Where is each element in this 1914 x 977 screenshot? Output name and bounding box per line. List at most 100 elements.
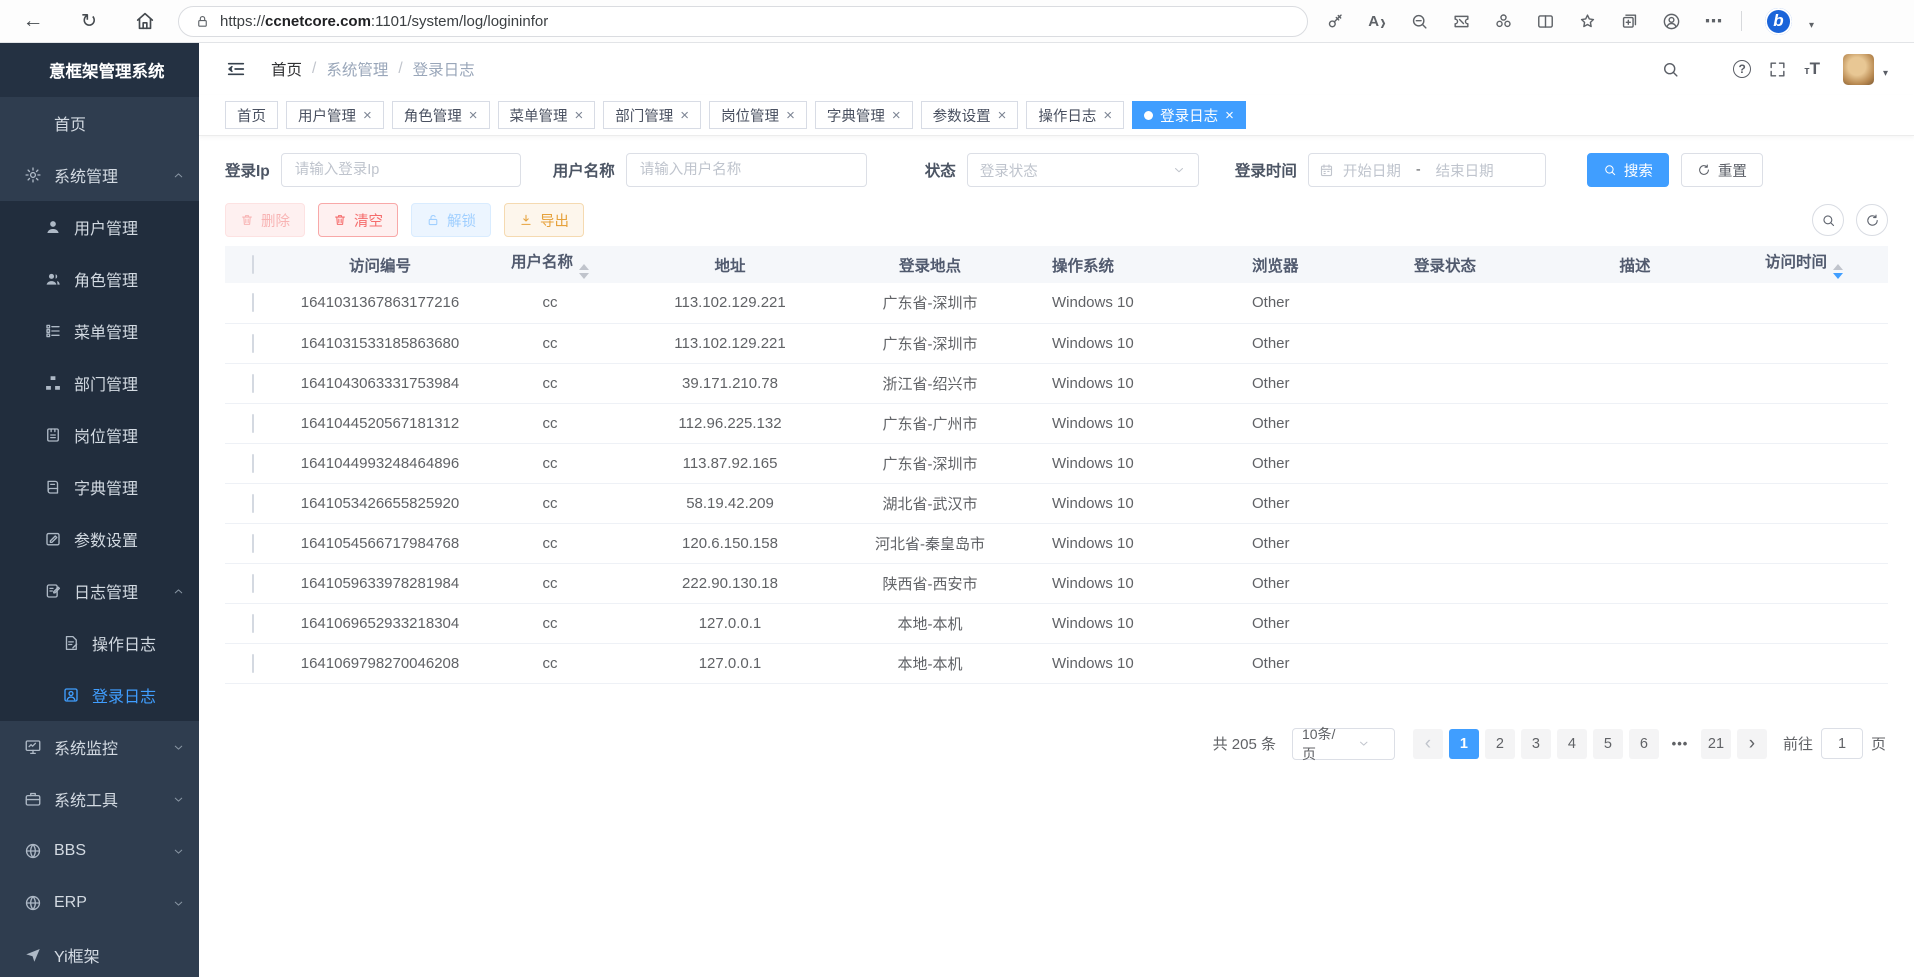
- close-icon[interactable]: ×: [575, 108, 584, 123]
- row-checkbox[interactable]: [252, 574, 254, 593]
- row-checkbox[interactable]: [252, 494, 254, 513]
- sidebar-item-bbs[interactable]: BBS: [0, 825, 199, 877]
- next-page-button[interactable]: ›: [1737, 729, 1767, 759]
- sidebar-item-system-mgmt[interactable]: 系统管理: [0, 149, 199, 201]
- sidebar-item-yi-framework[interactable]: Yi框架: [0, 929, 199, 977]
- login-ip-input[interactable]: [281, 153, 521, 187]
- row-checkbox[interactable]: [252, 614, 254, 633]
- delete-button[interactable]: 删除: [225, 203, 305, 237]
- sidebar-item-dept-mgmt[interactable]: 部门管理: [0, 357, 199, 409]
- sidebar-item-role-mgmt[interactable]: 角色管理: [0, 253, 199, 305]
- reset-button[interactable]: 重置: [1681, 153, 1763, 187]
- page-button-3[interactable]: 3: [1521, 729, 1551, 759]
- caret-down-icon[interactable]: ▾: [1809, 20, 1814, 31]
- tab-home[interactable]: 首页: [225, 101, 278, 129]
- tab-login-log[interactable]: 登录日志×: [1132, 101, 1246, 129]
- breadcrumb-item[interactable]: 首页: [271, 58, 302, 80]
- page-button-1[interactable]: 1: [1449, 729, 1479, 759]
- sidebar-item-param-settings[interactable]: 参数设置: [0, 513, 199, 565]
- font-size-icon[interactable]: тT: [1804, 59, 1820, 79]
- column-header-user[interactable]: 用户名称: [480, 246, 620, 283]
- app-logo[interactable]: 意框架管理系统: [0, 43, 199, 97]
- tab-post-mgmt[interactable]: 岗位管理×: [709, 101, 807, 129]
- page-button-4[interactable]: 4: [1557, 729, 1587, 759]
- tab-user-mgmt[interactable]: 用户管理×: [286, 101, 384, 129]
- login-time-range-picker[interactable]: 开始日期 - 结束日期: [1308, 153, 1546, 187]
- close-icon[interactable]: ×: [680, 108, 689, 123]
- refresh-table-button[interactable]: [1856, 204, 1888, 236]
- zoom-out-icon[interactable]: [1410, 12, 1429, 31]
- row-checkbox[interactable]: [252, 374, 254, 393]
- github-icon[interactable]: [1697, 60, 1716, 79]
- page-size-select[interactable]: 10条/页: [1292, 728, 1395, 760]
- export-button[interactable]: 导出: [504, 203, 584, 237]
- row-checkbox[interactable]: [252, 454, 254, 473]
- clear-button[interactable]: 清空: [318, 203, 398, 237]
- prev-page-button[interactable]: ‹: [1413, 729, 1443, 759]
- row-checkbox[interactable]: [252, 414, 254, 433]
- goto-page-input[interactable]: [1821, 728, 1863, 759]
- close-icon[interactable]: ×: [786, 108, 795, 123]
- page-button-5[interactable]: 5: [1593, 729, 1623, 759]
- key-icon[interactable]: [1326, 12, 1345, 31]
- sidebar-item-login-log[interactable]: 登录日志: [0, 669, 199, 721]
- sidebar-item-log-mgmt[interactable]: 日志管理: [0, 565, 199, 617]
- close-icon[interactable]: ×: [363, 108, 372, 123]
- profile-icon[interactable]: [1662, 12, 1681, 31]
- column-header-time[interactable]: 访问时间: [1720, 246, 1888, 283]
- close-icon[interactable]: ×: [469, 108, 478, 123]
- favorites-icon[interactable]: [1578, 12, 1597, 31]
- bing-copilot-icon[interactable]: b: [1765, 8, 1792, 35]
- sidebar-item-menu-mgmt[interactable]: 菜单管理: [0, 305, 199, 357]
- coupons-icon[interactable]: [1452, 12, 1471, 31]
- login-status-select[interactable]: 登录状态: [967, 153, 1199, 187]
- close-icon[interactable]: ×: [892, 108, 901, 123]
- toggle-search-button[interactable]: [1812, 204, 1844, 236]
- browser-home-icon[interactable]: [134, 10, 156, 32]
- split-screen-icon[interactable]: [1536, 12, 1555, 31]
- page-button-21[interactable]: 21: [1701, 729, 1731, 759]
- avatar-caret-down-icon[interactable]: ▾: [1883, 68, 1888, 79]
- sidebar-item-op-log[interactable]: 操作日志: [0, 617, 199, 669]
- select-all-checkbox[interactable]: [252, 255, 254, 274]
- tab-role-mgmt[interactable]: 角色管理×: [392, 101, 490, 129]
- sidebar-item-erp[interactable]: ERP: [0, 877, 199, 929]
- more-icon[interactable]: ⋯: [1704, 12, 1723, 31]
- row-checkbox[interactable]: [252, 654, 254, 673]
- collections-icon[interactable]: [1620, 12, 1639, 31]
- page-button-6[interactable]: 6: [1629, 729, 1659, 759]
- tab-dept-mgmt[interactable]: 部门管理×: [603, 101, 701, 129]
- tab-param-settings[interactable]: 参数设置×: [921, 101, 1019, 129]
- row-checkbox[interactable]: [252, 534, 254, 553]
- unlock-button[interactable]: 解锁: [411, 203, 491, 237]
- page-button-2[interactable]: 2: [1485, 729, 1515, 759]
- search-icon[interactable]: [1661, 60, 1680, 79]
- address-bar[interactable]: https://ccnetcore.com:1101/system/log/lo…: [178, 6, 1308, 37]
- fullscreen-icon[interactable]: [1768, 60, 1787, 79]
- tab-dict-mgmt[interactable]: 字典管理×: [815, 101, 913, 129]
- row-checkbox[interactable]: [252, 334, 254, 353]
- essentials-icon[interactable]: [1494, 12, 1513, 31]
- read-aloud-icon[interactable]: A❱: [1368, 12, 1387, 31]
- user-name-input[interactable]: [626, 153, 867, 187]
- tab-op-log[interactable]: 操作日志×: [1026, 101, 1124, 129]
- collapse-menu-icon[interactable]: [225, 58, 247, 80]
- browser-back-icon[interactable]: ←: [22, 10, 44, 32]
- close-icon[interactable]: ×: [1225, 108, 1234, 123]
- user-avatar[interactable]: [1843, 54, 1874, 85]
- sidebar-item-user-mgmt[interactable]: 用户管理: [0, 201, 199, 253]
- sidebar-item-system-monitor[interactable]: 系统监控: [0, 721, 199, 773]
- close-icon[interactable]: ×: [1103, 108, 1112, 123]
- tab-menu-mgmt[interactable]: 菜单管理×: [498, 101, 596, 129]
- search-button[interactable]: 搜索: [1587, 153, 1669, 187]
- help-icon[interactable]: ?: [1733, 60, 1751, 78]
- pager-more[interactable]: •••: [1665, 736, 1695, 751]
- sidebar-item-post-mgmt[interactable]: 岗位管理: [0, 409, 199, 461]
- sidebar-item-dict-mgmt[interactable]: 字典管理: [0, 461, 199, 513]
- sidebar-item-system-tools[interactable]: 系统工具: [0, 773, 199, 825]
- row-checkbox[interactable]: [252, 293, 254, 312]
- browser-reload-icon[interactable]: ↻: [78, 10, 100, 32]
- close-icon[interactable]: ×: [998, 108, 1007, 123]
- sidebar-item-home[interactable]: 首页: [0, 97, 199, 149]
- sort-carets-icon[interactable]: [1833, 264, 1843, 279]
